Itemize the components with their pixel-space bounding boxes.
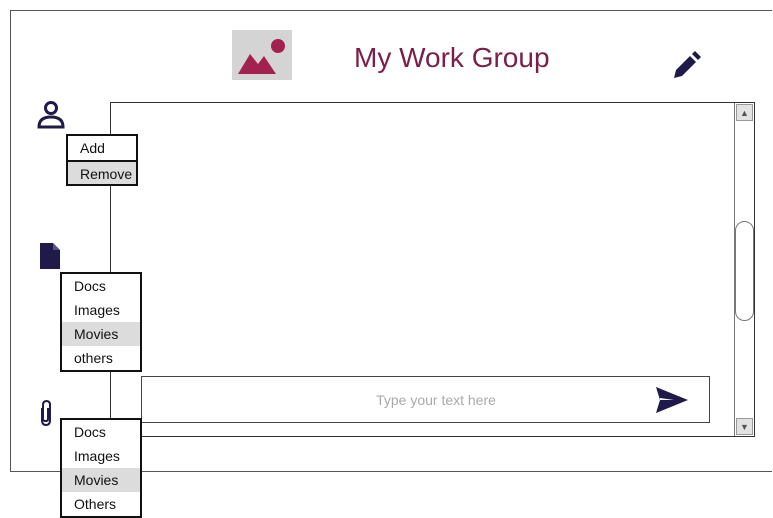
menu-item-images[interactable]: Images: [62, 444, 140, 468]
menu-item-movies[interactable]: Movies: [62, 468, 140, 492]
person-icon: [37, 101, 65, 129]
attach-menu: Docs Images Movies Others: [60, 418, 142, 518]
document-icon: [40, 243, 60, 269]
edit-button[interactable]: [670, 50, 702, 82]
group-avatar[interactable]: [232, 30, 292, 80]
menu-item-docs[interactable]: Docs: [62, 420, 140, 444]
menu-item-add[interactable]: Add: [68, 136, 136, 160]
menu-item-remove[interactable]: Remove: [68, 160, 136, 184]
chat-scrollbar[interactable]: ▲ ▼: [734, 103, 754, 436]
menu-item-others[interactable]: others: [62, 346, 140, 370]
attach-button[interactable]: [37, 398, 55, 433]
members-button[interactable]: [36, 100, 66, 135]
scroll-thumb[interactable]: [735, 221, 754, 321]
files-button[interactable]: [38, 241, 62, 276]
menu-item-label: Remove: [80, 166, 133, 182]
menu-item-label: others: [74, 350, 113, 366]
menu-item-images[interactable]: Images: [62, 298, 140, 322]
menu-item-docs[interactable]: Docs: [62, 274, 140, 298]
menu-item-label: Docs: [74, 424, 106, 440]
paperclip-icon: [41, 399, 51, 427]
menu-item-label: Images: [74, 448, 120, 464]
files-menu: Docs Images Movies others: [60, 272, 142, 372]
message-input[interactable]: [142, 377, 642, 422]
message-composer: [141, 376, 710, 423]
pencil-icon: [674, 51, 701, 78]
menu-item-label: Add: [80, 140, 105, 156]
menu-item-label: Docs: [74, 278, 106, 294]
members-menu: Add Remove: [66, 134, 138, 186]
menu-item-label: Images: [74, 302, 120, 318]
menu-item-others[interactable]: Others: [62, 492, 140, 516]
menu-item-movies[interactable]: Movies: [62, 322, 140, 346]
scroll-up-button[interactable]: ▲: [736, 104, 753, 121]
menu-item-label: Movies: [74, 326, 119, 342]
scroll-down-button[interactable]: ▼: [736, 418, 753, 435]
group-title: My Work Group: [354, 42, 550, 73]
menu-item-label: Movies: [74, 472, 119, 488]
send-button[interactable]: [654, 385, 690, 415]
send-icon: [656, 387, 688, 413]
image-placeholder-icon: [238, 39, 285, 74]
